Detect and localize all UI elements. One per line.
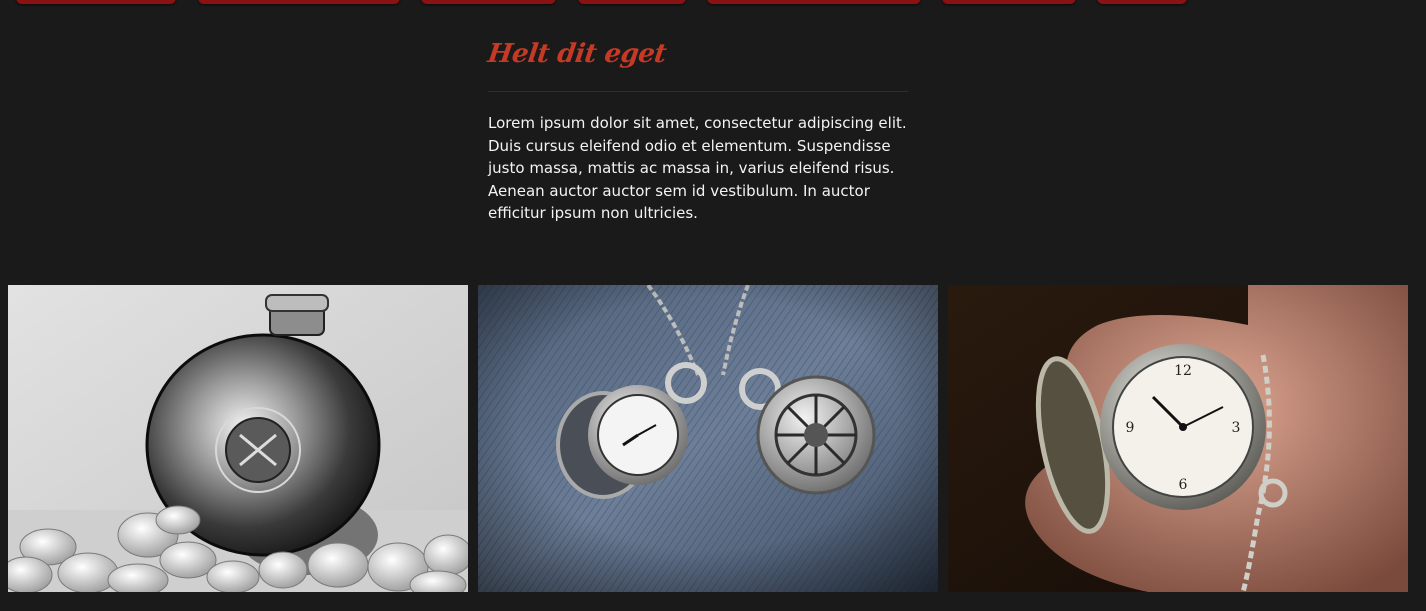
svg-text:3: 3: [1232, 420, 1241, 436]
nav-item-3[interactable]: [421, 0, 556, 4]
gallery-image-pocket-watch-hand[interactable]: 12 3 6 9: [948, 285, 1408, 592]
intro-section: Helt dit eget Lorem ipsum dolor sit amet…: [486, 30, 908, 225]
pocket-watch-hand-photo: 12 3 6 9: [948, 285, 1408, 592]
section-title: Helt dit eget: [485, 39, 669, 69]
image-gallery: 12 3 6 9: [8, 285, 1408, 592]
nav-item-2[interactable]: [198, 0, 400, 4]
flask-photo: [8, 285, 468, 592]
nav-item-1[interactable]: [16, 0, 176, 4]
svg-text:6: 6: [1179, 477, 1188, 493]
nav-item-6[interactable]: [942, 0, 1076, 4]
section-body-text: Lorem ipsum dolor sit amet, consectetur …: [488, 114, 907, 223]
svg-text:12: 12: [1174, 363, 1192, 379]
gallery-image-flask[interactable]: [8, 285, 468, 592]
nav-item-5[interactable]: [707, 0, 921, 4]
title-divider: [488, 91, 908, 92]
nav-item-7[interactable]: [1097, 0, 1187, 4]
nav-item-4[interactable]: [578, 0, 686, 4]
pendant-watches-photo: [478, 285, 938, 592]
gallery-image-pendant-watches[interactable]: [478, 285, 938, 592]
top-navigation: [0, 0, 1426, 8]
svg-text:9: 9: [1126, 420, 1135, 436]
